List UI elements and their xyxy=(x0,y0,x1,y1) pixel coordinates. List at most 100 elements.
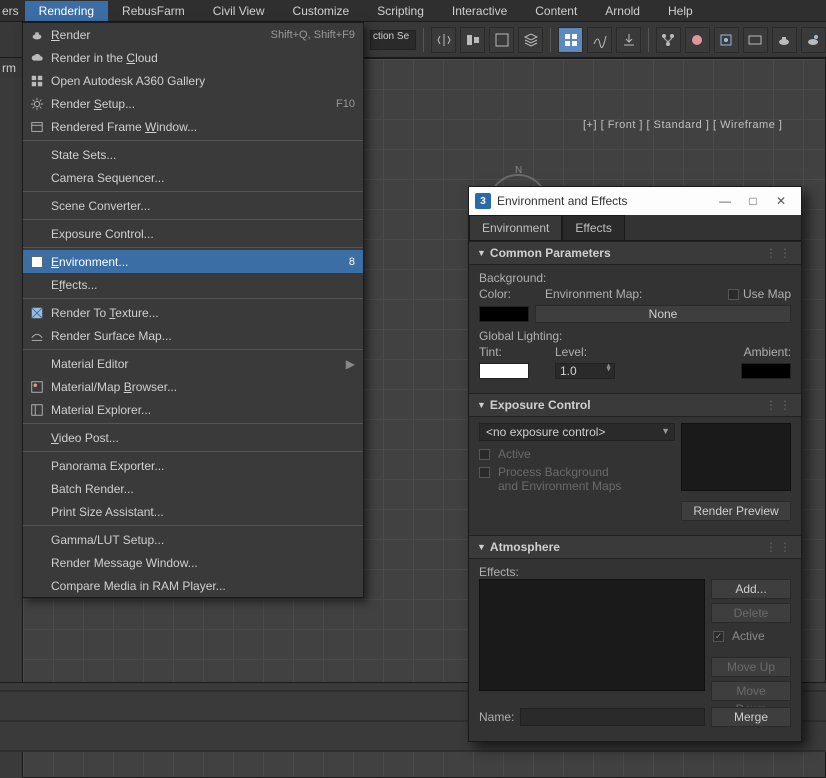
menu-separator xyxy=(23,451,363,452)
menu-item[interactable]: Batch Render... xyxy=(23,477,363,500)
menu-item-label: Rendered Frame Window... xyxy=(51,120,355,134)
main-menubar: ers Rendering RebusFarm Civil View Custo… xyxy=(0,0,826,22)
background-color-swatch[interactable] xyxy=(479,306,529,322)
render-frame-icon[interactable] xyxy=(743,27,768,53)
schematic-icon[interactable] xyxy=(656,27,681,53)
merge-button[interactable]: Merge xyxy=(711,707,791,727)
menu-item-label: Panorama Exporter... xyxy=(51,459,355,473)
checkmark-icon: ✓ xyxy=(27,254,47,270)
align-icon[interactable] xyxy=(460,27,485,53)
environment-effects-dialog: 3 Environment and Effects — □ ✕ Environm… xyxy=(468,186,802,742)
move-up-button[interactable]: Move Up xyxy=(711,657,791,677)
tab-effects[interactable]: Effects xyxy=(562,215,624,240)
menu-item[interactable]: State Sets... xyxy=(23,143,363,166)
grip-icon: ⋮⋮ xyxy=(765,398,793,412)
menu-rendering[interactable]: Rendering xyxy=(25,1,108,21)
process-bg-checkbox[interactable] xyxy=(479,467,490,478)
toggle-icon[interactable] xyxy=(489,27,514,53)
menu-item[interactable]: Gamma/LUT Setup... xyxy=(23,528,363,551)
menu-item-label: Camera Sequencer... xyxy=(51,171,355,185)
level-spinner[interactable]: 1.0 xyxy=(555,363,615,379)
rollout-common-header[interactable]: ▼ Common Parameters ⋮⋮ xyxy=(469,241,801,265)
selection-set-combo[interactable]: ction Se xyxy=(370,30,416,50)
mirror-icon[interactable] xyxy=(431,27,456,53)
menu-item[interactable]: Render Setup...F10 xyxy=(23,92,363,115)
menu-item[interactable]: Compare Media in RAM Player... xyxy=(23,574,363,597)
menu-item[interactable]: Material/Map Browser... xyxy=(23,375,363,398)
tint-swatch[interactable] xyxy=(479,363,529,379)
menu-arnold[interactable]: Arnold xyxy=(591,1,654,21)
menu-item[interactable]: Exposure Control... xyxy=(23,222,363,245)
toolbar-separator xyxy=(648,28,649,52)
menu-content[interactable]: Content xyxy=(521,1,591,21)
toolbar-separator xyxy=(423,28,424,52)
menu-separator xyxy=(23,219,363,220)
menu-interactive[interactable]: Interactive xyxy=(438,1,521,21)
close-button[interactable]: ✕ xyxy=(767,191,795,211)
environment-map-button[interactable]: None xyxy=(535,305,791,323)
rollout-exposure-header[interactable]: ▼ Exposure Control ⋮⋮ xyxy=(469,393,801,417)
rollout-title: Atmosphere xyxy=(490,540,560,554)
delete-effect-button[interactable]: Delete xyxy=(711,603,791,623)
collapse-icon: ▼ xyxy=(477,248,486,258)
gear-icon xyxy=(27,96,47,112)
menu-item-label: Compare Media in RAM Player... xyxy=(51,579,355,593)
menu-item[interactable]: Render Surface Map... xyxy=(23,324,363,347)
menu-civilview[interactable]: Civil View xyxy=(199,1,279,21)
grid-icon[interactable] xyxy=(558,27,583,53)
dialog-title: Environment and Effects xyxy=(497,194,711,208)
menu-shortcut: Shift+Q, Shift+F9 xyxy=(271,29,355,41)
collapse-icon: ▼ xyxy=(477,400,486,410)
submenu-arrow-icon: ▶ xyxy=(346,357,355,371)
maximize-button[interactable]: □ xyxy=(739,191,767,211)
blank-icon xyxy=(27,430,47,446)
surface-icon xyxy=(27,328,47,344)
menu-item[interactable]: RenderShift+Q, Shift+F9 xyxy=(23,23,363,46)
cloud-icon xyxy=(27,50,47,66)
atmosphere-active-checkbox[interactable] xyxy=(713,631,724,642)
rollout-title: Exposure Control xyxy=(490,398,591,412)
tab-environment[interactable]: Environment xyxy=(469,215,562,240)
exposure-control-combo[interactable]: <no exposure control> xyxy=(479,423,675,441)
effect-name-input[interactable] xyxy=(520,708,705,726)
menu-shortcut: F10 xyxy=(336,98,355,110)
menu-item[interactable]: Effects... xyxy=(23,273,363,296)
menu-item[interactable]: Video Post... xyxy=(23,426,363,449)
menu-item[interactable]: Camera Sequencer... xyxy=(23,166,363,189)
layer-icon[interactable] xyxy=(518,27,543,53)
curve-editor-icon[interactable] xyxy=(587,27,612,53)
menu-item[interactable]: Render Message Window... xyxy=(23,551,363,574)
rollout-atmosphere-header[interactable]: ▼ Atmosphere ⋮⋮ xyxy=(469,535,801,559)
teapot-cloud-icon[interactable] xyxy=(801,27,826,53)
exposure-active-checkbox[interactable] xyxy=(479,449,490,460)
add-effect-button[interactable]: Add... xyxy=(711,579,791,599)
menu-scripting[interactable]: Scripting xyxy=(363,1,438,21)
menu-customize[interactable]: Customize xyxy=(279,1,364,21)
render-setup-icon[interactable] xyxy=(714,27,739,53)
menu-item[interactable]: Print Size Assistant... xyxy=(23,500,363,523)
menu-item[interactable]: ✓Environment...8 xyxy=(23,250,363,273)
menu-help[interactable]: Help xyxy=(654,1,707,21)
teapot-icon[interactable] xyxy=(772,27,797,53)
render-preview-button[interactable]: Render Preview xyxy=(681,501,791,521)
menu-item[interactable]: Render in the Cloud xyxy=(23,46,363,69)
ambient-swatch[interactable] xyxy=(741,363,791,379)
material-editor-icon[interactable] xyxy=(685,27,710,53)
effects-listbox[interactable] xyxy=(479,579,705,691)
viewport-label[interactable]: [+] [ Front ] [ Standard ] [ Wireframe ] xyxy=(583,119,782,131)
menu-item[interactable]: Rendered Frame Window... xyxy=(23,115,363,138)
menu-item[interactable]: Panorama Exporter... xyxy=(23,454,363,477)
minimize-button[interactable]: — xyxy=(711,191,739,211)
menu-item[interactable]: Material Editor▶ xyxy=(23,352,363,375)
menu-item[interactable]: Material Explorer... xyxy=(23,398,363,421)
use-map-checkbox[interactable] xyxy=(728,289,739,300)
menu-rebusfarm[interactable]: RebusFarm xyxy=(108,1,199,21)
menu-item[interactable]: Open Autodesk A360 Gallery xyxy=(23,69,363,92)
menu-item-label: Batch Render... xyxy=(51,482,355,496)
menu-item[interactable]: Scene Converter... xyxy=(23,194,363,217)
move-down-button[interactable]: Move Down xyxy=(711,681,791,701)
menu-item[interactable]: Render To Texture... xyxy=(23,301,363,324)
process-bg-label2: and Environment Maps xyxy=(498,479,621,493)
dialog-titlebar[interactable]: 3 Environment and Effects — □ ✕ xyxy=(469,187,801,215)
download-icon[interactable] xyxy=(616,27,641,53)
